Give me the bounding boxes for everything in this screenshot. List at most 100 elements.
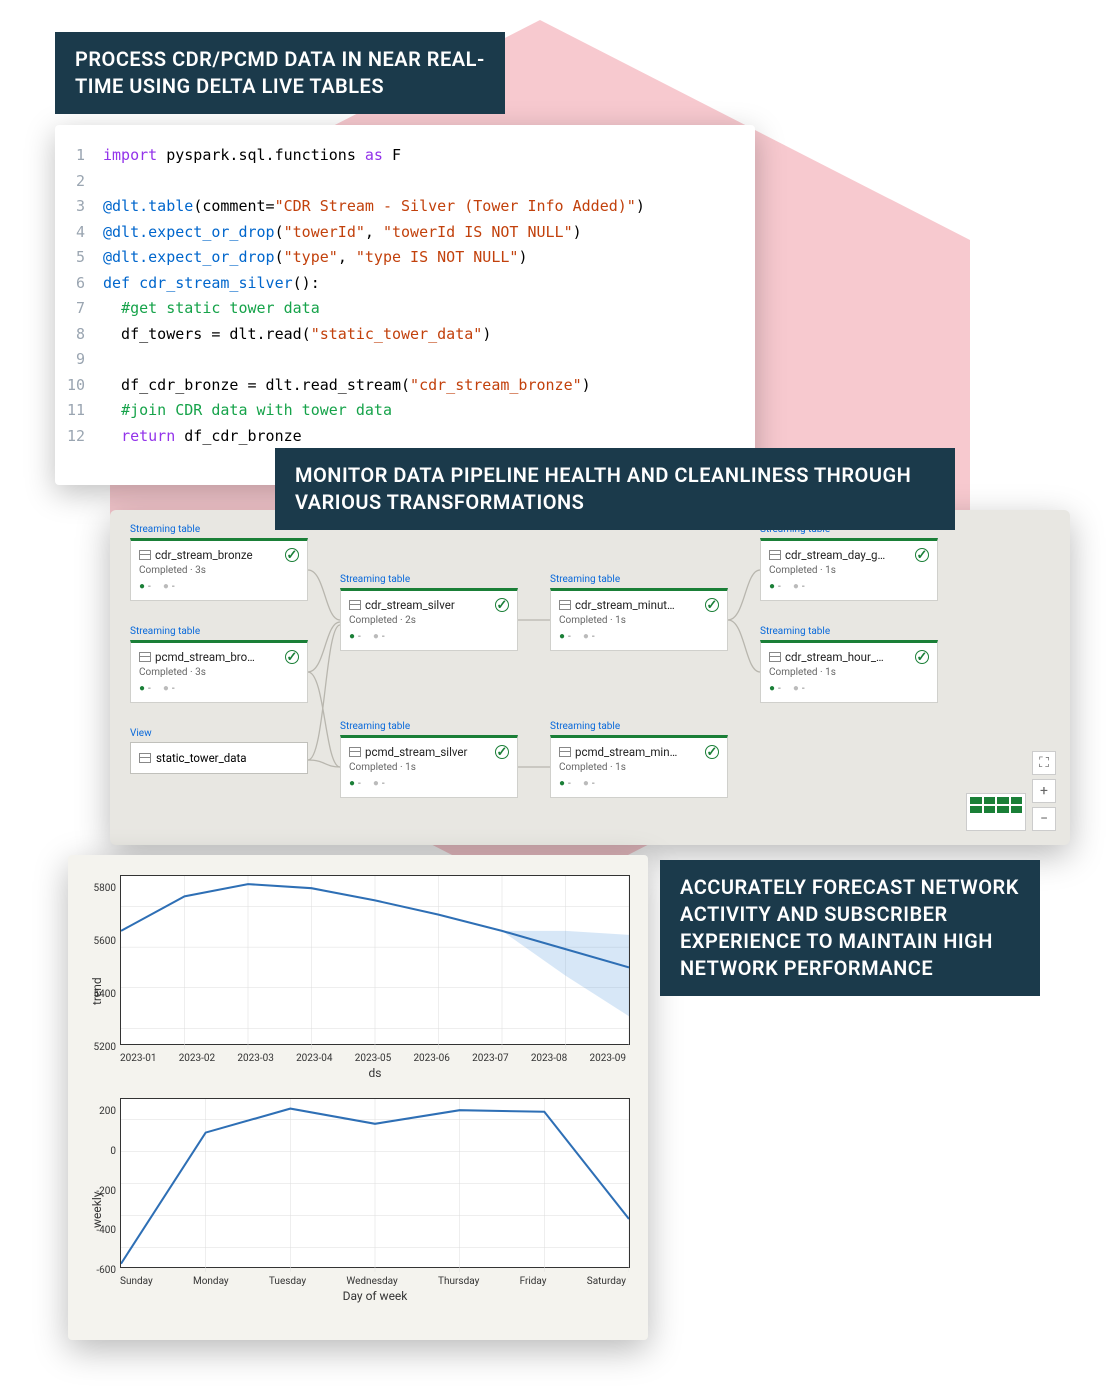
x-tick: Sunday — [120, 1276, 153, 1287]
y-tick: -600 — [86, 1265, 116, 1276]
pipeline-graph-panel[interactable]: Streaming table cdr_stream_bronze ✓ Complet… — [110, 510, 1070, 845]
x-tick: 2023-05 — [355, 1053, 391, 1064]
node-meta: Completed · 3s — [139, 565, 299, 576]
zoom-in-button[interactable]: + — [1032, 779, 1056, 803]
trend-chart — [120, 875, 630, 1045]
node-title: pcmd_stream_min… — [575, 745, 677, 759]
node-title: cdr_stream_silver — [365, 598, 455, 612]
pipeline-node[interactable]: cdr_stream_bronze✓Completed · 3s-- — [130, 538, 308, 601]
chart1-xlabel: ds — [120, 1066, 630, 1080]
check-icon: ✓ — [915, 650, 929, 664]
code-line: 10 df_cdr_bronze = dlt.read_stream("cdr_… — [55, 373, 755, 399]
code-line: 6def cdr_stream_silver(): — [55, 271, 755, 297]
callout-2: MONITOR DATA PIPELINE HEALTH AND CLEANLI… — [275, 448, 955, 530]
code-line: 4@dlt.expect_or_drop("towerId", "towerId… — [55, 220, 755, 246]
y-tick: 0 — [86, 1146, 116, 1157]
x-tick: 2023-06 — [413, 1053, 449, 1064]
check-icon: ✓ — [915, 548, 929, 562]
check-icon: ✓ — [285, 548, 299, 562]
code-line: 2 — [55, 169, 755, 195]
x-tick: Thursday — [438, 1276, 479, 1287]
table-icon — [139, 652, 151, 662]
check-icon: ✓ — [705, 598, 719, 612]
x-tick: 2023-02 — [179, 1053, 215, 1064]
y-tick: -200 — [86, 1186, 116, 1197]
code-line: 3@dlt.table(comment="CDR Stream - Silver… — [55, 194, 755, 220]
node-title: cdr_stream_day_g… — [785, 548, 885, 562]
pipeline-node[interactable]: cdr_stream_minut…✓Completed · 1s-- — [550, 588, 728, 651]
node-title: cdr_stream_hour_… — [785, 650, 884, 664]
y-tick: 5800 — [86, 883, 116, 894]
x-tick: 2023-01 — [120, 1053, 156, 1064]
x-tick: 2023-09 — [590, 1053, 626, 1064]
code-line: 5@dlt.expect_or_drop("type", "type IS NO… — [55, 245, 755, 271]
table-icon — [559, 600, 571, 610]
node-type-label: Streaming table — [340, 721, 410, 732]
pipeline-node[interactable]: cdr_stream_silver✓Completed · 2s-- — [340, 588, 518, 651]
x-tick: Friday — [520, 1276, 547, 1287]
y-tick: 5400 — [86, 989, 116, 1000]
node-type-label: Streaming table — [550, 721, 620, 732]
code-line: 12 return df_cdr_bronze — [55, 424, 755, 450]
node-meta: Completed · 3s — [139, 667, 299, 678]
code-line: 1import pyspark.sql.functions as F — [55, 143, 755, 169]
pipeline-node[interactable]: pcmd_stream_bro…✓Completed · 3s-- — [130, 640, 308, 703]
graph-toolbar: ⛶ + − — [966, 751, 1056, 831]
node-type-label: Streaming table — [550, 574, 620, 585]
table-icon — [139, 753, 151, 763]
x-tick: Monday — [193, 1276, 229, 1287]
node-title: pcmd_stream_bro… — [155, 650, 255, 664]
node-title: pcmd_stream_silver — [365, 745, 467, 759]
x-tick: 2023-04 — [296, 1053, 332, 1064]
pipeline-view-node[interactable]: static_tower_data — [130, 742, 308, 774]
node-meta: Completed · 1s — [559, 615, 719, 626]
table-icon — [769, 550, 781, 560]
y-tick: -400 — [86, 1225, 116, 1236]
node-meta: Completed · 1s — [769, 565, 929, 576]
node-title: cdr_stream_minut… — [575, 598, 675, 612]
y-tick: 200 — [86, 1106, 116, 1117]
code-line: 9 — [55, 347, 755, 373]
fullscreen-button[interactable]: ⛶ — [1032, 751, 1056, 775]
check-icon: ✓ — [495, 745, 509, 759]
node-meta: Completed · 1s — [769, 667, 929, 678]
pipeline-node[interactable]: cdr_stream_day_g…✓Completed · 1s-- — [760, 538, 938, 601]
x-tick: 2023-08 — [531, 1053, 567, 1064]
node-type-label: Streaming table — [130, 524, 200, 535]
table-icon — [349, 600, 361, 610]
table-icon — [139, 550, 151, 560]
pipeline-node[interactable]: pcmd_stream_silver✓Completed · 1s-- — [340, 735, 518, 798]
minimap[interactable] — [966, 793, 1026, 831]
forecast-charts-panel: trend 5800560054005200 2023-012023-02202… — [68, 855, 648, 1340]
check-icon: ✓ — [285, 650, 299, 664]
y-tick: 5200 — [86, 1042, 116, 1053]
code-editor-panel: 1import pyspark.sql.functions as F23@dlt… — [55, 125, 755, 485]
node-type-label: Streaming table — [130, 626, 200, 637]
check-icon: ✓ — [705, 745, 719, 759]
x-tick: Saturday — [587, 1276, 626, 1287]
chart2-xlabel: Day of week — [120, 1289, 630, 1303]
zoom-out-button[interactable]: − — [1032, 807, 1056, 831]
code-line: 7 #get static tower data — [55, 296, 755, 322]
check-icon: ✓ — [495, 598, 509, 612]
code-line: 11 #join CDR data with tower data — [55, 398, 755, 424]
node-type-label: Streaming table — [340, 574, 410, 585]
node-type-label: View — [130, 728, 152, 739]
y-tick: 5600 — [86, 936, 116, 947]
callout-1: PROCESS CDR/PCMD DATA IN NEAR REAL-TIME … — [55, 32, 505, 114]
weekly-chart — [120, 1098, 630, 1268]
table-icon — [349, 747, 361, 757]
node-title: static_tower_data — [156, 751, 247, 765]
x-tick: Wednesday — [346, 1276, 397, 1287]
node-meta: Completed · 1s — [349, 762, 509, 773]
table-icon — [559, 747, 571, 757]
x-tick: Tuesday — [269, 1276, 306, 1287]
callout-3: ACCURATELY FORECAST NETWORK ACTIVITY AND… — [660, 860, 1040, 996]
pipeline-node[interactable]: cdr_stream_hour_…✓Completed · 1s-- — [760, 640, 938, 703]
code-line: 8 df_towers = dlt.read("static_tower_dat… — [55, 322, 755, 348]
node-meta: Completed · 2s — [349, 615, 509, 626]
table-icon — [769, 652, 781, 662]
node-title: cdr_stream_bronze — [155, 548, 253, 562]
pipeline-node[interactable]: pcmd_stream_min…✓Completed · 1s-- — [550, 735, 728, 798]
node-type-label: Streaming table — [760, 626, 830, 637]
